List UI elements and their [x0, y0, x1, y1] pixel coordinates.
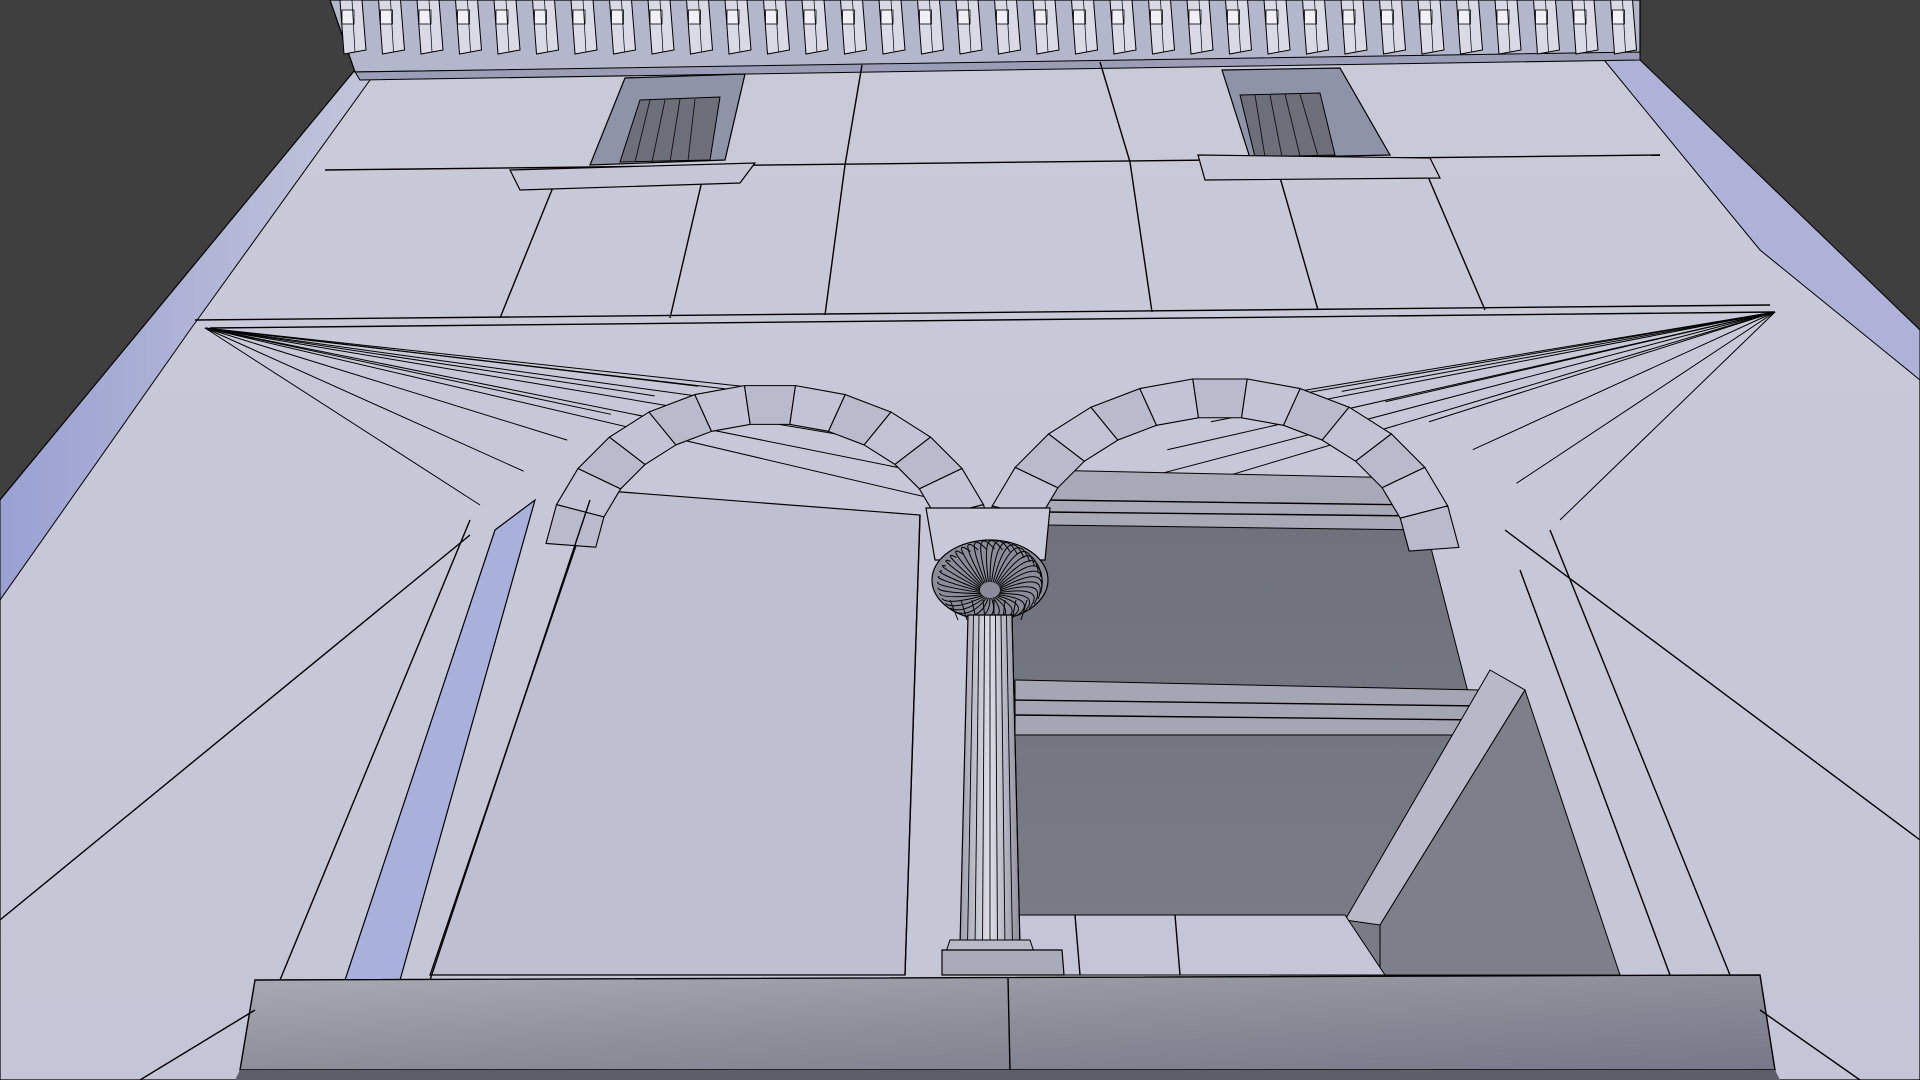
facade-render — [0, 0, 1920, 1080]
window-sill-icon — [235, 974, 1780, 1080]
3d-viewport[interactable] — [0, 0, 1920, 1080]
